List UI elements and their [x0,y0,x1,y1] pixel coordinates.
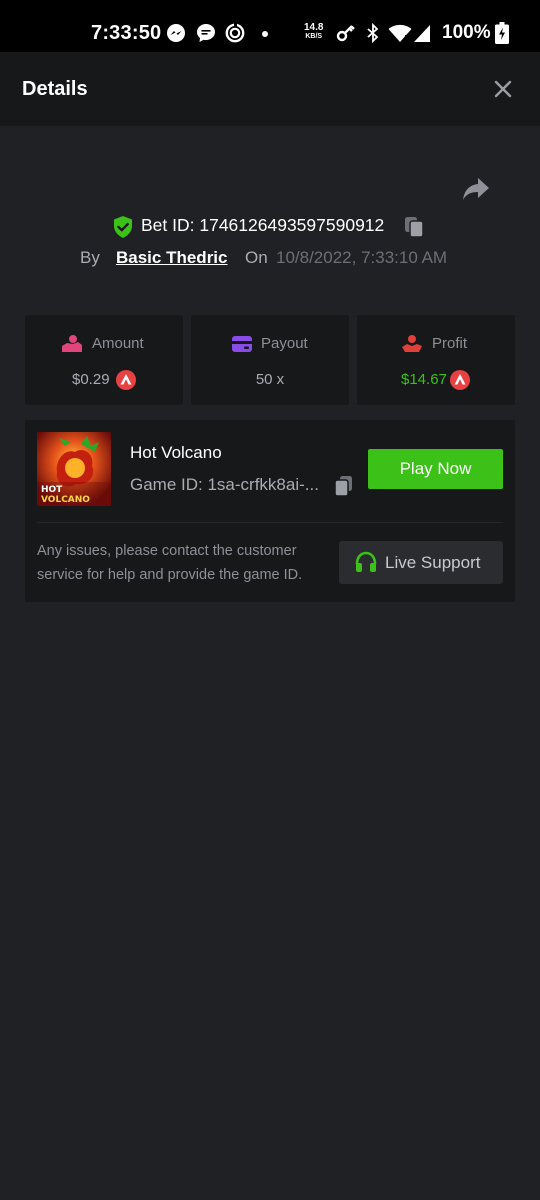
profit-label: Profit [432,335,468,352]
status-time: 7:33:50 [91,22,162,44]
messenger-icon [167,24,185,42]
amount-card: Amount $0.29 [25,315,183,405]
copy-game-id-icon[interactable] [334,475,354,497]
network-speed: 14.8 KB/S [304,23,323,41]
close-icon[interactable] [490,76,516,102]
profit-hand-icon [402,335,422,352]
bet-id: Bet ID: 1746126493597590912 [141,215,385,235]
live-support-label: Live Support [385,553,481,572]
credit-card-icon [232,336,252,352]
payout-value: 50 x [255,371,285,388]
game-name: Hot Volcano [130,443,222,462]
sync-app-icon [225,23,245,43]
username-link[interactable]: Basic Thedric [116,248,228,268]
page-title: Details [22,78,88,100]
chat-bubble-icon [197,24,215,42]
bet-date: 10/8/2022, 7:33:10 AM [276,248,448,267]
thumb-title-line1: HOT [41,485,63,495]
amount-label: Amount [92,335,144,352]
play-now-button[interactable]: Play Now [368,449,503,489]
network-speed-value: 14.8 [304,22,324,33]
profit-value: $14.67 [401,371,447,388]
bluetooth-icon [367,23,379,43]
game-thumbnail[interactable]: HOT VOLCANO [37,432,111,506]
thumb-title-line2: VOLCANO [41,495,90,505]
game-id: Game ID: 1sa-crfkk8ai-... [130,475,319,494]
details-header: Details [0,52,540,126]
amount-value: $0.29 [72,371,110,388]
by-label: By [80,248,100,267]
profit-card: Profit $14.67 [357,315,515,405]
status-bar: 7:33:50 14.8 KB/S 100% [0,0,540,52]
headset-icon [355,551,377,572]
verified-shield-icon [114,216,132,238]
cell-signal-icon [414,25,430,42]
battery-charging-icon [495,22,509,44]
money-hand-icon [62,335,82,352]
copy-bet-id-icon[interactable] [404,216,424,238]
vpn-key-icon [336,25,355,42]
bet-meta-row: By Basic Thedric On 10/8/2022, 7:33:10 A… [0,246,540,272]
support-message: Any issues, please contact the customer … [37,543,303,583]
payout-card: Payout 50 x [191,315,349,405]
payout-label: Payout [261,335,308,352]
share-icon[interactable] [462,176,490,202]
live-support-button[interactable]: Live Support [339,541,503,584]
avax-coin-icon [450,370,470,390]
battery-percent: 100% [442,22,491,43]
bet-id-row: Bet ID: 1746126493597590912 [0,212,540,240]
on-label: On [245,248,268,267]
divider [37,522,503,523]
notification-dot [262,31,268,37]
network-speed-unit: KB/S [305,33,323,40]
avax-coin-icon [116,370,136,390]
game-card: HOT VOLCANO Hot Volcano Game ID: 1sa-crf… [25,420,515,602]
wifi-icon [388,24,412,42]
